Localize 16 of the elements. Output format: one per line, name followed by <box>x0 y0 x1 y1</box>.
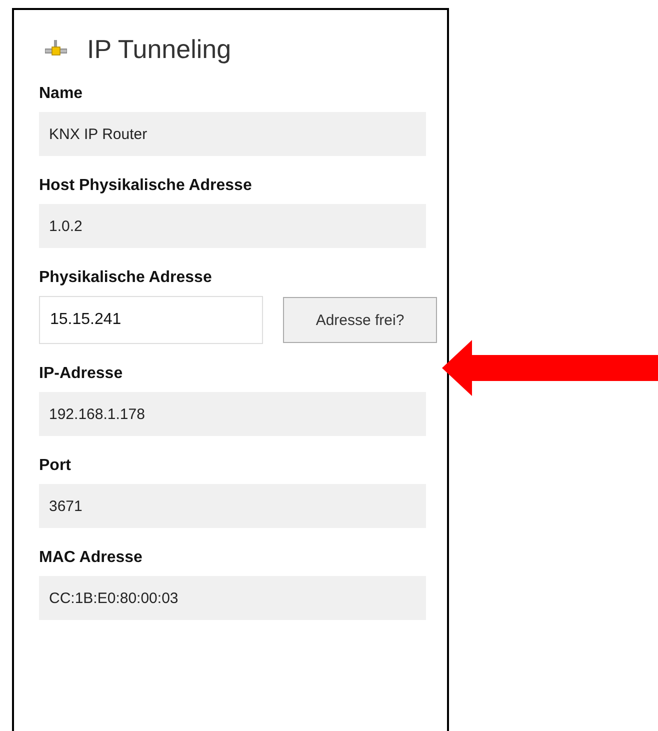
panel-title: IP Tunneling <box>87 34 232 64</box>
field-label: Host Physikalische Adresse <box>39 176 252 196</box>
readonly-field: 192.168.1.178 <box>39 392 426 436</box>
field-label: IP-Adresse <box>39 364 123 384</box>
readonly-field: CC:1B:E0:80:00:03 <box>39 576 426 620</box>
field-label: Port <box>39 456 71 476</box>
arrow-icon <box>442 338 658 398</box>
check-button[interactable]: Adresse frei? <box>283 297 437 343</box>
field-label: Name <box>39 84 83 104</box>
field-label: Physikalische Adresse <box>39 268 212 288</box>
field-label: MAC Adresse <box>39 548 142 568</box>
readonly-field: KNX IP Router <box>39 112 426 156</box>
readonly-field: 1.0.2 <box>39 204 426 248</box>
readonly-field: 3671 <box>39 484 426 528</box>
network-icon <box>45 40 67 58</box>
input-field[interactable]: 15.15.241 <box>39 296 263 344</box>
